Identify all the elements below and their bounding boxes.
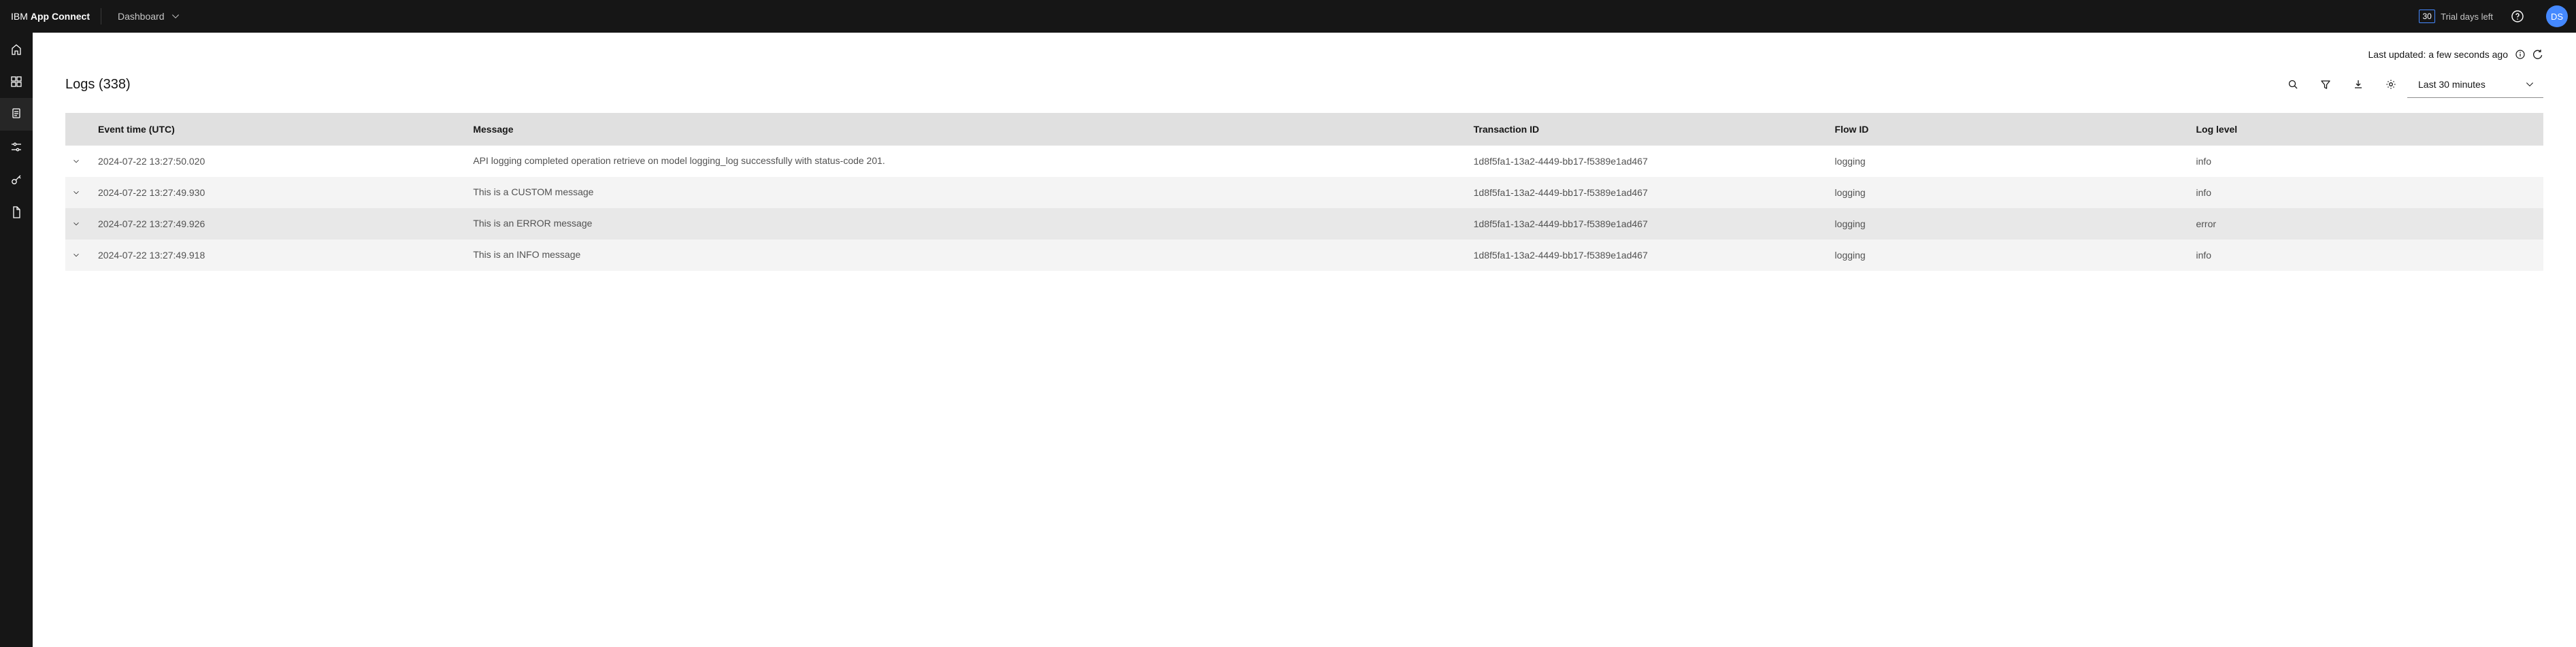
brand-prefix: IBM — [11, 11, 28, 22]
filter-icon — [2320, 79, 2331, 90]
sidebar — [0, 33, 33, 647]
page-title: Logs (338) — [65, 77, 131, 93]
chevron-down-icon — [72, 188, 80, 197]
cell-transaction-id: 1d8f5fa1-13a2-4449-bb17-f5389e1ad467 — [1474, 187, 1835, 198]
col-log-level[interactable]: Log level — [2196, 124, 2543, 135]
info-button[interactable] — [2515, 49, 2526, 60]
sliders-icon — [10, 140, 23, 154]
logs-table-header: Event time (UTC) Message Transaction ID … — [65, 113, 2543, 146]
brand[interactable]: IBM App Connect — [0, 11, 101, 22]
chevron-down-icon — [72, 157, 80, 165]
expand-toggle[interactable] — [65, 188, 98, 197]
brand-name: App Connect — [31, 11, 90, 22]
col-transaction-id[interactable]: Transaction ID — [1474, 124, 1835, 135]
avatar-initials: DS — [2551, 12, 2563, 22]
help-icon — [2511, 10, 2524, 23]
last-updated-text: Last updated: a few seconds ago — [2368, 49, 2509, 60]
expand-toggle[interactable] — [65, 251, 98, 259]
cell-event-time: 2024-07-22 13:27:50.020 — [98, 156, 473, 167]
topbar: IBM App Connect Dashboard 30 Trial days … — [0, 0, 2576, 33]
cell-transaction-id: 1d8f5fa1-13a2-4449-bb17-f5389e1ad467 — [1474, 156, 1835, 167]
cell-flow-id: logging — [1835, 250, 2196, 261]
topbar-right: 30 Trial days left DS — [2419, 0, 2576, 33]
search-icon — [2288, 79, 2298, 90]
cell-message: This is a CUSTOM message — [473, 186, 1473, 199]
cell-flow-id: logging — [1835, 187, 2196, 198]
download-button[interactable] — [2342, 68, 2375, 101]
chevron-down-icon — [2524, 79, 2535, 90]
cell-flow-id: logging — [1835, 218, 2196, 229]
topbar-left: IBM App Connect Dashboard — [0, 8, 189, 24]
breadcrumb-dashboard[interactable]: Dashboard — [110, 11, 189, 22]
refresh-icon — [2532, 49, 2543, 60]
toolbar: Logs (338) Last 30 minutes — [65, 65, 2543, 113]
cell-transaction-id: 1d8f5fa1-13a2-4449-bb17-f5389e1ad467 — [1474, 250, 1835, 261]
trial-days-label: Trial days left — [2441, 12, 2493, 22]
breadcrumb-label: Dashboard — [118, 11, 165, 22]
table-row[interactable]: 2024-07-22 13:27:49.926This is an ERROR … — [65, 208, 2543, 239]
cell-log-level: error — [2196, 218, 2543, 229]
download-icon — [2353, 79, 2364, 90]
last-updated-row: Last updated: a few seconds ago — [65, 38, 2543, 65]
info-icon — [2515, 49, 2526, 60]
settings-button[interactable] — [2375, 68, 2407, 101]
col-flow-id[interactable]: Flow ID — [1835, 124, 2196, 135]
cell-log-level: info — [2196, 250, 2543, 261]
table-row[interactable]: 2024-07-22 13:27:49.918This is an INFO m… — [65, 239, 2543, 271]
sidebar-item-settings[interactable] — [0, 131, 33, 163]
gear-icon — [2385, 79, 2396, 90]
logs-icon — [10, 107, 23, 121]
chevron-down-icon — [72, 220, 80, 228]
home-icon — [10, 42, 23, 56]
catalog-icon — [10, 75, 23, 88]
trial-badge[interactable]: 30 Trial days left — [2419, 10, 2493, 23]
chevron-down-icon — [170, 11, 181, 22]
table-row[interactable]: 2024-07-22 13:27:49.930This is a CUSTOM … — [65, 177, 2543, 208]
cell-message: API logging completed operation retrieve… — [473, 154, 1473, 168]
cell-log-level: info — [2196, 156, 2543, 167]
sidebar-item-keys[interactable] — [0, 163, 33, 196]
key-icon — [10, 173, 23, 186]
cell-transaction-id: 1d8f5fa1-13a2-4449-bb17-f5389e1ad467 — [1474, 218, 1835, 229]
cell-message: This is an INFO message — [473, 248, 1473, 262]
main: Last updated: a few seconds ago Logs (33… — [33, 33, 2576, 647]
cell-event-time: 2024-07-22 13:27:49.926 — [98, 218, 473, 229]
cell-event-time: 2024-07-22 13:27:49.918 — [98, 250, 473, 261]
cell-message: This is an ERROR message — [473, 217, 1473, 231]
document-icon — [10, 205, 23, 219]
col-event-time[interactable]: Event time (UTC) — [98, 124, 473, 135]
trial-days-count: 30 — [2419, 10, 2435, 23]
cell-log-level: info — [2196, 187, 2543, 198]
timerange-label: Last 30 minutes — [2418, 79, 2486, 90]
expand-toggle[interactable] — [65, 220, 98, 228]
col-message[interactable]: Message — [473, 124, 1473, 135]
timerange-select[interactable]: Last 30 minutes — [2407, 71, 2543, 98]
cell-event-time: 2024-07-22 13:27:49.930 — [98, 187, 473, 198]
sidebar-item-home[interactable] — [0, 33, 33, 65]
logs-table-body: 2024-07-22 13:27:50.020API logging compl… — [65, 146, 2543, 271]
refresh-button[interactable] — [2532, 49, 2543, 60]
help-button[interactable] — [2501, 0, 2534, 33]
filter-button[interactable] — [2309, 68, 2342, 101]
table-row[interactable]: 2024-07-22 13:27:50.020API logging compl… — [65, 146, 2543, 177]
toolbar-actions: Last 30 minutes — [2277, 68, 2543, 101]
sidebar-item-logs[interactable] — [0, 98, 33, 131]
avatar[interactable]: DS — [2546, 5, 2568, 27]
search-button[interactable] — [2277, 68, 2309, 101]
cell-flow-id: logging — [1835, 156, 2196, 167]
sidebar-item-catalog[interactable] — [0, 65, 33, 98]
expand-toggle[interactable] — [65, 157, 98, 165]
sidebar-item-docs[interactable] — [0, 196, 33, 229]
chevron-down-icon — [72, 251, 80, 259]
